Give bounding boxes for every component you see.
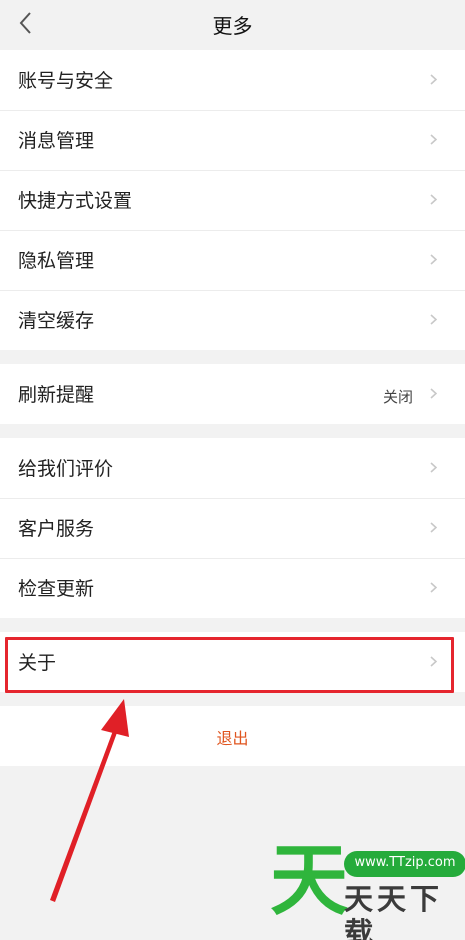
menu-item-clear-cache[interactable]: 清空缓存 — [0, 290, 465, 350]
settings-group-account: 账号与安全 消息管理 快捷方式设置 隐私管理 清空缓存 — [0, 50, 465, 350]
logout-label: 退出 — [216, 729, 249, 748]
chevron-right-icon — [430, 522, 437, 533]
chevron-right-icon — [430, 388, 437, 399]
menu-item-label: 账号与安全 — [18, 70, 114, 92]
page-title: 更多 — [212, 14, 253, 38]
menu-item-rate-us[interactable]: 给我们评价 — [0, 438, 465, 498]
settings-group-support: 给我们评价 客户服务 检查更新 — [0, 438, 465, 618]
menu-item-shortcut-settings[interactable]: 快捷方式设置 — [0, 170, 465, 230]
watermark-big-char: 天 — [270, 836, 349, 926]
menu-item-label: 快捷方式设置 — [18, 190, 133, 212]
chevron-right-icon — [430, 254, 437, 265]
menu-item-message-management[interactable]: 消息管理 — [0, 110, 465, 170]
menu-item-label: 检查更新 — [18, 578, 95, 600]
chevron-right-icon — [430, 314, 437, 325]
watermark-text: 天天下载 — [344, 882, 444, 940]
menu-item-label: 消息管理 — [18, 130, 95, 152]
menu-item-label: 客户服务 — [18, 518, 95, 540]
menu-item-label: 清空缓存 — [18, 310, 95, 332]
menu-item-label: 刷新提醒 — [18, 384, 95, 406]
menu-item-privacy-management[interactable]: 隐私管理 — [0, 230, 465, 290]
chevron-right-icon — [430, 134, 437, 145]
menu-item-label: 隐私管理 — [18, 250, 95, 272]
watermark-logo: 天 www.TTzip.com 天天下载 — [268, 840, 465, 940]
refresh-reminder-value: 关闭 — [382, 388, 413, 406]
menu-item-customer-service[interactable]: 客户服务 — [0, 498, 465, 558]
top-bar: 更多 — [0, 0, 465, 48]
settings-group-refresh: 刷新提醒 关闭 — [0, 364, 465, 424]
menu-item-label: 给我们评价 — [18, 458, 114, 480]
chevron-right-icon — [430, 582, 437, 593]
chevron-right-icon — [430, 462, 437, 473]
logout-button[interactable]: 退出 — [0, 706, 465, 766]
chevron-right-icon — [430, 74, 437, 85]
annotation-highlight-box — [5, 637, 454, 693]
watermark-url-badge: www.TTzip.com — [344, 851, 465, 877]
chevron-right-icon — [430, 194, 437, 205]
menu-item-account-security[interactable]: 账号与安全 — [0, 50, 465, 110]
watermark-url: www.TTzip.com — [354, 855, 456, 870]
menu-item-refresh-reminder[interactable]: 刷新提醒 关闭 — [0, 364, 465, 424]
menu-item-check-update[interactable]: 检查更新 — [0, 558, 465, 618]
